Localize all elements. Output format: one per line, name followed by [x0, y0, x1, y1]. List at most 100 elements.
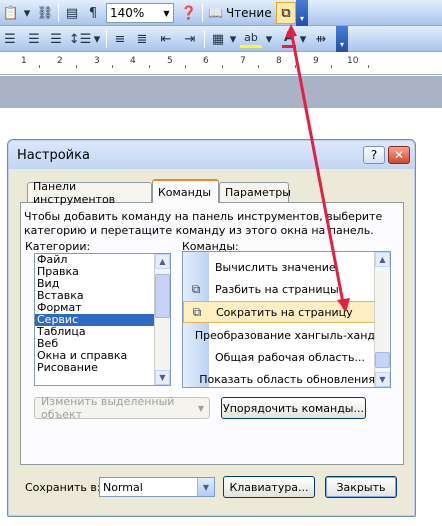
ruler-tick — [112, 65, 113, 68]
bulleted-list-icon[interactable]: ≣ — [134, 30, 150, 48]
font-color-icon[interactable]: A — [282, 30, 296, 48]
chevron-down-icon[interactable]: ▼ — [160, 4, 173, 22]
align-right-icon[interactable]: ☰ — [26, 30, 42, 48]
highlight-icon[interactable]: ab — [240, 30, 262, 48]
ruler-tick — [222, 65, 223, 68]
ruler-tick — [258, 65, 259, 68]
chevron-down-icon[interactable]: ▾ — [20, 4, 34, 22]
command-label: Показать область обновления — [199, 372, 375, 386]
ruler-tick — [185, 65, 186, 68]
toolbar-separator — [204, 30, 205, 48]
dialog-title: Настройка — [17, 147, 90, 163]
ruler-number: 6 — [203, 56, 209, 66]
commands-scrollbar[interactable]: ▲ ▼ — [374, 252, 390, 387]
list-item[interactable]: Вычислить значение — [183, 256, 375, 278]
toolbar-separator — [106, 30, 107, 48]
borders-icon[interactable]: ▦ — [210, 30, 226, 48]
shrink-one-page-icon[interactable]: ⧉ — [276, 2, 296, 24]
align-distributed-icon[interactable]: ☰ — [48, 30, 64, 48]
hyperlink-icon[interactable]: ⛓ — [36, 4, 54, 22]
standard-toolbar: 📋 ▾ ⛓ ▤ ¶ 140% ▼ ❓ 📖 Чтение ⧉ ▾ — [0, 0, 442, 26]
list-item[interactable]: ⧉ Разбить на страницы — [183, 278, 375, 300]
dialog-title-bar[interactable]: Настройка — [9, 141, 414, 169]
chevron-down-icon[interactable]: ▾ — [228, 30, 238, 48]
list-item[interactable]: Показать область обновления — [183, 368, 375, 387]
toolbar-options-chevron-icon[interactable]: ▾ — [336, 26, 348, 52]
help-button[interactable]: ? — [363, 146, 385, 164]
list-item-selected[interactable]: ⧉ Сократить на страницу — [183, 301, 375, 323]
show-formatting-button[interactable]: ¶ — [85, 4, 101, 22]
toolbar-separator — [58, 4, 59, 22]
chevron-down-icon[interactable]: ▼ — [197, 478, 214, 496]
help-icon[interactable]: ❓ — [180, 4, 198, 22]
document-map-icon[interactable]: ▤ — [63, 4, 81, 22]
ruler-number: 1 — [21, 56, 27, 66]
document-background — [0, 76, 442, 108]
command-label: Сократить на страницу — [216, 305, 353, 319]
ruler-number: 8 — [276, 56, 282, 66]
list-item[interactable]: Преобразование хангыль-ханд — [183, 324, 375, 346]
ruler-number: 3 — [94, 56, 100, 66]
chevron-down-icon: ▼ — [197, 403, 204, 413]
shrink-one-page-icon: ⧉ — [192, 304, 202, 319]
save-in-value: Normal — [103, 480, 143, 494]
save-in-combo[interactable]: Normal ▼ — [99, 477, 215, 497]
reading-mode-label: Чтение — [225, 6, 272, 20]
book-icon: 📖 — [208, 6, 223, 20]
list-item[interactable]: Рисование — [35, 362, 170, 374]
tab-commands[interactable]: Команды — [152, 179, 219, 203]
modify-selection-label: Изменить выделенный объект — [41, 395, 175, 421]
zoom-combo[interactable]: 140% ▼ — [106, 3, 174, 23]
reading-mode-button[interactable]: 📖 Чтение — [208, 5, 272, 21]
command-label: Преобразование хангыль-ханд — [194, 328, 375, 342]
ruler-tick — [149, 65, 150, 68]
ruler-number: 7 — [240, 56, 246, 66]
toolbar-separator — [202, 4, 203, 22]
paste-icon[interactable]: 📋 — [2, 4, 20, 22]
numbered-list-icon[interactable]: ≡ — [112, 30, 128, 48]
tab-options[interactable]: Параметры — [219, 182, 291, 202]
line-spacing-icon[interactable]: ↕☰ — [68, 30, 92, 48]
ruler-number: 4 — [130, 56, 136, 66]
rearrange-commands-button[interactable]: Упорядочить команды... — [221, 397, 366, 419]
command-label: Разбить на страницы — [215, 282, 339, 296]
close-icon[interactable]: ✕ — [388, 146, 410, 164]
modify-selection-button[interactable]: Изменить выделенный объект ▼ — [34, 395, 210, 421]
scroll-down-icon[interactable]: ▼ — [155, 370, 170, 385]
align-justify-icon[interactable]: ☰ — [2, 30, 18, 48]
ruler-tick — [295, 65, 296, 68]
ruler-tick — [39, 65, 40, 68]
tab-toolbars[interactable]: Панели инструментов — [27, 180, 152, 206]
horizontal-ruler: 1 2 3 4 5 6 7 8 9 10 — [0, 53, 442, 75]
ruler-number: 10 — [347, 56, 359, 66]
close-button[interactable]: Закрыть — [325, 476, 397, 498]
toolbar-options-chevron-icon[interactable]: ▾ — [296, 0, 308, 26]
customize-dialog: Настройка ? ✕ Панели инструментов Команд… — [7, 139, 416, 517]
scroll-down-icon[interactable]: ▼ — [375, 372, 390, 387]
chevron-down-icon[interactable]: ▾ — [92, 30, 102, 48]
increase-indent-icon[interactable]: ⇥ — [182, 30, 198, 48]
categories-list[interactable]: Файл Правка Вид Вставка Формат Сервис Та… — [34, 253, 171, 386]
scroll-thumb[interactable] — [375, 352, 390, 368]
ruler-tick — [368, 65, 369, 68]
ruler-number: 9 — [313, 56, 319, 66]
command-label: Вычислить значение — [215, 260, 336, 274]
chevron-down-icon[interactable]: ▾ — [298, 30, 308, 48]
scroll-up-icon[interactable]: ▲ — [155, 254, 170, 269]
split-pages-icon: ⧉ — [191, 281, 201, 296]
ruler-tick — [76, 65, 77, 68]
zoom-value: 140% — [110, 6, 145, 20]
list-item[interactable]: Общая рабочая область... — [183, 346, 375, 368]
instructions-text: Чтобы добавить команду на панель инструм… — [24, 210, 383, 237]
ruler-tick — [331, 65, 332, 68]
decrease-indent-icon[interactable]: ⇤ — [158, 30, 174, 48]
ruler-number: 2 — [57, 56, 63, 66]
save-in-label: Сохранить в: — [25, 481, 101, 494]
chevron-down-icon[interactable]: ▾ — [264, 30, 274, 48]
scroll-thumb[interactable] — [155, 274, 170, 318]
keyboard-button[interactable]: Клавиатура... — [223, 476, 315, 498]
categories-scrollbar[interactable]: ▲ ▼ — [154, 254, 170, 385]
scroll-up-icon[interactable]: ▲ — [375, 252, 390, 267]
character-scale-icon[interactable]: ⇻ — [312, 30, 330, 48]
commands-list[interactable]: Вычислить значение ⧉ Разбить на страницы… — [182, 251, 391, 388]
